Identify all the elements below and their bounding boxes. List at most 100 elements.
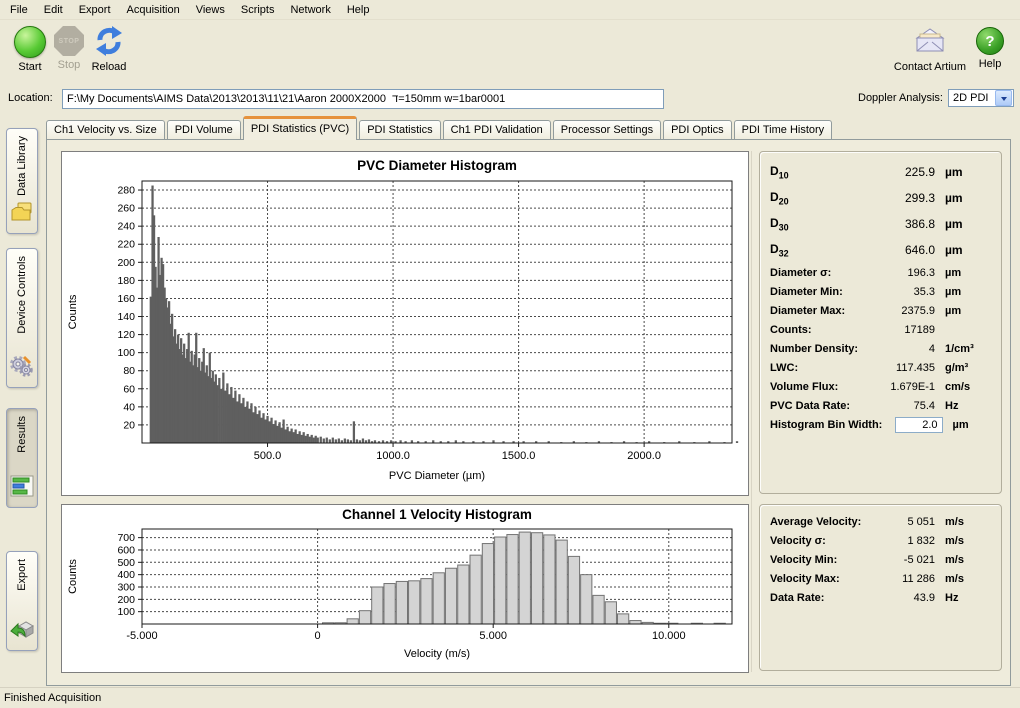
tab-ch1-pdi-validation[interactable]: Ch1 PDI Validation	[443, 120, 551, 139]
contact-artium-label: Contact Artium	[886, 61, 974, 73]
help-button[interactable]: ? Help	[972, 24, 1008, 70]
reload-button[interactable]: Reload	[86, 24, 132, 73]
stat-label: D32	[770, 242, 863, 258]
sidebar-item-export[interactable]: Export	[6, 551, 38, 651]
menu-views[interactable]: Views	[188, 2, 233, 18]
stat-unit: m/s	[945, 573, 991, 585]
svg-text:200: 200	[117, 257, 135, 269]
sidebar-item-label: Data Library	[16, 136, 28, 196]
doppler-analysis-select[interactable]: 2D PDI	[948, 89, 1014, 107]
velocity-stat-row: Velocity Max:11 286m/s	[770, 569, 991, 588]
stat-unit: Hz	[945, 400, 991, 412]
combo-dropdown-button[interactable]	[995, 90, 1012, 106]
tab-pdi-optics[interactable]: PDI Optics	[663, 120, 732, 139]
stat-label: Data Rate:	[770, 592, 863, 604]
stat-label: D10	[770, 164, 863, 180]
sidebar-item-results[interactable]: Results	[6, 408, 38, 508]
stat-label: D30	[770, 216, 863, 232]
stat-label: Diameter σ:	[770, 267, 863, 279]
tab-pdi-statistics-pvc-[interactable]: PDI Statistics (PVC)	[243, 116, 357, 140]
stat-unit: 1/cm³	[945, 343, 991, 355]
sidebar-item-device-controls[interactable]: Device Controls	[6, 248, 38, 388]
svg-text:500.0: 500.0	[254, 450, 282, 462]
velocity-statistics-panel: Average Velocity:5 051m/sVelocity σ:1 83…	[759, 504, 1002, 671]
stat-unit: µm	[945, 305, 991, 317]
diameter-stat-row: Counts:17189	[770, 320, 991, 339]
stat-value: 4	[863, 343, 935, 355]
menu-file[interactable]: File	[2, 2, 36, 18]
velocity-stat-row: Velocity σ:1 832m/s	[770, 531, 991, 550]
svg-text:280: 280	[117, 185, 135, 197]
sidebar-item-data-library[interactable]: Data Library	[6, 128, 38, 234]
y-axis-label: Counts	[67, 559, 79, 594]
stat-value: 1.679E-1	[863, 381, 935, 393]
start-icon	[14, 26, 46, 58]
panel-splitter[interactable]	[751, 151, 752, 672]
menu-edit[interactable]: Edit	[36, 2, 71, 18]
left-sidebar: Data Library Device Controls Results Export	[0, 118, 46, 686]
svg-text:260: 260	[117, 203, 135, 215]
stat-label: Velocity Min:	[770, 554, 863, 566]
tab-pdi-statistics[interactable]: PDI Statistics	[359, 120, 440, 139]
stat-unit: Hz	[945, 592, 991, 604]
histogram-bin-width-input[interactable]	[895, 417, 943, 433]
svg-text:10.000: 10.000	[652, 630, 686, 642]
diameter-stat-row: Histogram Bin Width:µm	[770, 415, 991, 434]
menu-export[interactable]: Export	[71, 2, 119, 18]
tab-ch1-velocity-vs-size[interactable]: Ch1 Velocity vs. Size	[46, 120, 165, 139]
contact-artium-button[interactable]: Contact Artium	[886, 24, 974, 73]
svg-text:20: 20	[123, 419, 135, 431]
stat-label: Volume Flux:	[770, 381, 863, 393]
stat-label: Histogram Bin Width:	[770, 419, 882, 431]
location-input[interactable]	[62, 89, 664, 109]
menu-network[interactable]: Network	[282, 2, 338, 18]
aims-application-window: FileEditExportAcquisitionViewsScriptsNet…	[0, 0, 1020, 708]
diameter-stat-row: Diameter Max:2375.9µm	[770, 301, 991, 320]
velocity-stat-row: Average Velocity:5 051m/s	[770, 512, 991, 531]
chart-title: Channel 1 Velocity Histogram	[342, 507, 532, 522]
stat-unit: m/s	[945, 554, 991, 566]
svg-text:60: 60	[123, 383, 135, 395]
diameter-stat-row: LWC:117.435g/m³	[770, 358, 991, 377]
menu-acquisition[interactable]: Acquisition	[119, 2, 188, 18]
stat-value: 43.9	[863, 592, 935, 604]
start-button[interactable]: Start	[10, 24, 50, 73]
svg-text:700: 700	[117, 532, 135, 544]
tab-pdi-volume[interactable]: PDI Volume	[167, 120, 241, 139]
tab-processor-settings[interactable]: Processor Settings	[553, 120, 661, 139]
diameter-stat-row: D20299.3µm	[770, 185, 991, 211]
svg-text:240: 240	[117, 221, 135, 233]
svg-text:1500.0: 1500.0	[502, 450, 536, 462]
diameter-stat-row: D10225.9µm	[770, 159, 991, 185]
stop-button[interactable]: STOP Stop	[50, 24, 88, 71]
export-arrow-icon	[9, 617, 35, 646]
stat-label: Velocity Max:	[770, 573, 863, 585]
svg-text:180: 180	[117, 275, 135, 287]
sidebar-item-label: Results	[16, 416, 28, 453]
stat-label: Average Velocity:	[770, 516, 863, 528]
stat-label: Counts:	[770, 324, 863, 336]
chevron-down-icon	[1001, 97, 1007, 104]
diameter-stat-row: Volume Flux:1.679E-1cm/s	[770, 377, 991, 396]
stat-unit: µm	[945, 243, 991, 257]
tab-pdi-time-history[interactable]: PDI Time History	[734, 120, 833, 139]
menu-scripts[interactable]: Scripts	[233, 2, 283, 18]
y-axis-label: Counts	[67, 294, 79, 329]
stat-value: 386.8	[863, 217, 935, 231]
svg-text:5.000: 5.000	[479, 630, 507, 642]
gears-icon	[9, 354, 35, 383]
menu-help[interactable]: Help	[339, 2, 378, 18]
stat-value: 75.4	[863, 400, 935, 412]
diameter-stat-row: Number Density:41/cm³	[770, 339, 991, 358]
chart-title: PVC Diameter Histogram	[357, 158, 517, 173]
stat-unit: µm	[945, 165, 991, 179]
svg-text:600: 600	[117, 544, 135, 556]
status-bar: Finished Acquisition	[0, 687, 1020, 708]
sidebar-item-label: Device Controls	[16, 256, 28, 334]
svg-text:40: 40	[123, 401, 135, 413]
stat-value: -5 021	[863, 554, 935, 566]
svg-text:300: 300	[117, 581, 135, 593]
svg-text:220: 220	[117, 239, 135, 251]
reload-label: Reload	[86, 61, 132, 73]
velocity-histogram-panel: 100200300400500600700-5.00005.00010.000C…	[61, 504, 749, 673]
